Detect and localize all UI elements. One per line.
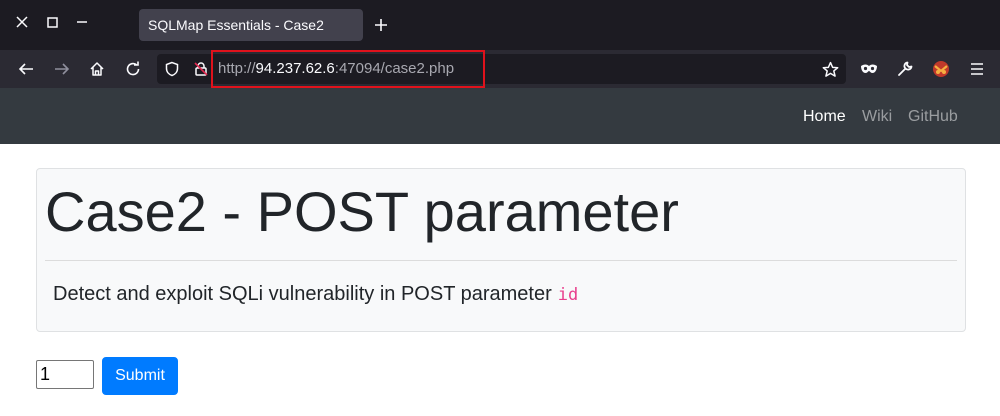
private-mask-icon[interactable] [858, 58, 880, 80]
url-highlight-box [211, 50, 485, 88]
tab-sqlmap-case2[interactable]: SQLMap Essentials - Case2 [139, 9, 363, 41]
page-title: Case2 - POST parameter [45, 180, 679, 243]
wrench-icon[interactable] [894, 58, 916, 80]
close-window-icon[interactable] [13, 13, 31, 31]
nav-link-home[interactable]: Home [803, 107, 846, 126]
tab-title: SQLMap Essentials - Case2 [148, 17, 324, 33]
home-icon[interactable] [86, 58, 108, 80]
param-code: id [557, 285, 579, 305]
insecure-lock-icon[interactable] [190, 58, 212, 80]
nav-link-wiki[interactable]: Wiki [862, 107, 892, 126]
nav-link-github[interactable]: GitHub [908, 107, 958, 126]
forward-arrow-icon[interactable] [51, 58, 73, 80]
maximize-window-icon[interactable] [43, 13, 61, 31]
divider [45, 260, 957, 261]
description-text: Detect and exploit SQLi vulnerability in… [53, 283, 552, 305]
id-input[interactable] [36, 360, 94, 389]
new-tab-icon[interactable] [371, 15, 391, 35]
description: Detect and exploit SQLi vulnerability in… [53, 282, 578, 307]
site-header [0, 88, 1000, 144]
bookmark-star-icon[interactable] [819, 58, 841, 80]
extension-icon[interactable] [930, 58, 952, 80]
back-arrow-icon[interactable] [15, 58, 37, 80]
submit-button[interactable]: Submit [102, 357, 178, 395]
reload-icon[interactable] [122, 58, 144, 80]
hamburger-menu-icon[interactable] [966, 58, 988, 80]
shield-icon[interactable] [161, 58, 183, 80]
minimize-window-icon[interactable] [73, 13, 91, 31]
